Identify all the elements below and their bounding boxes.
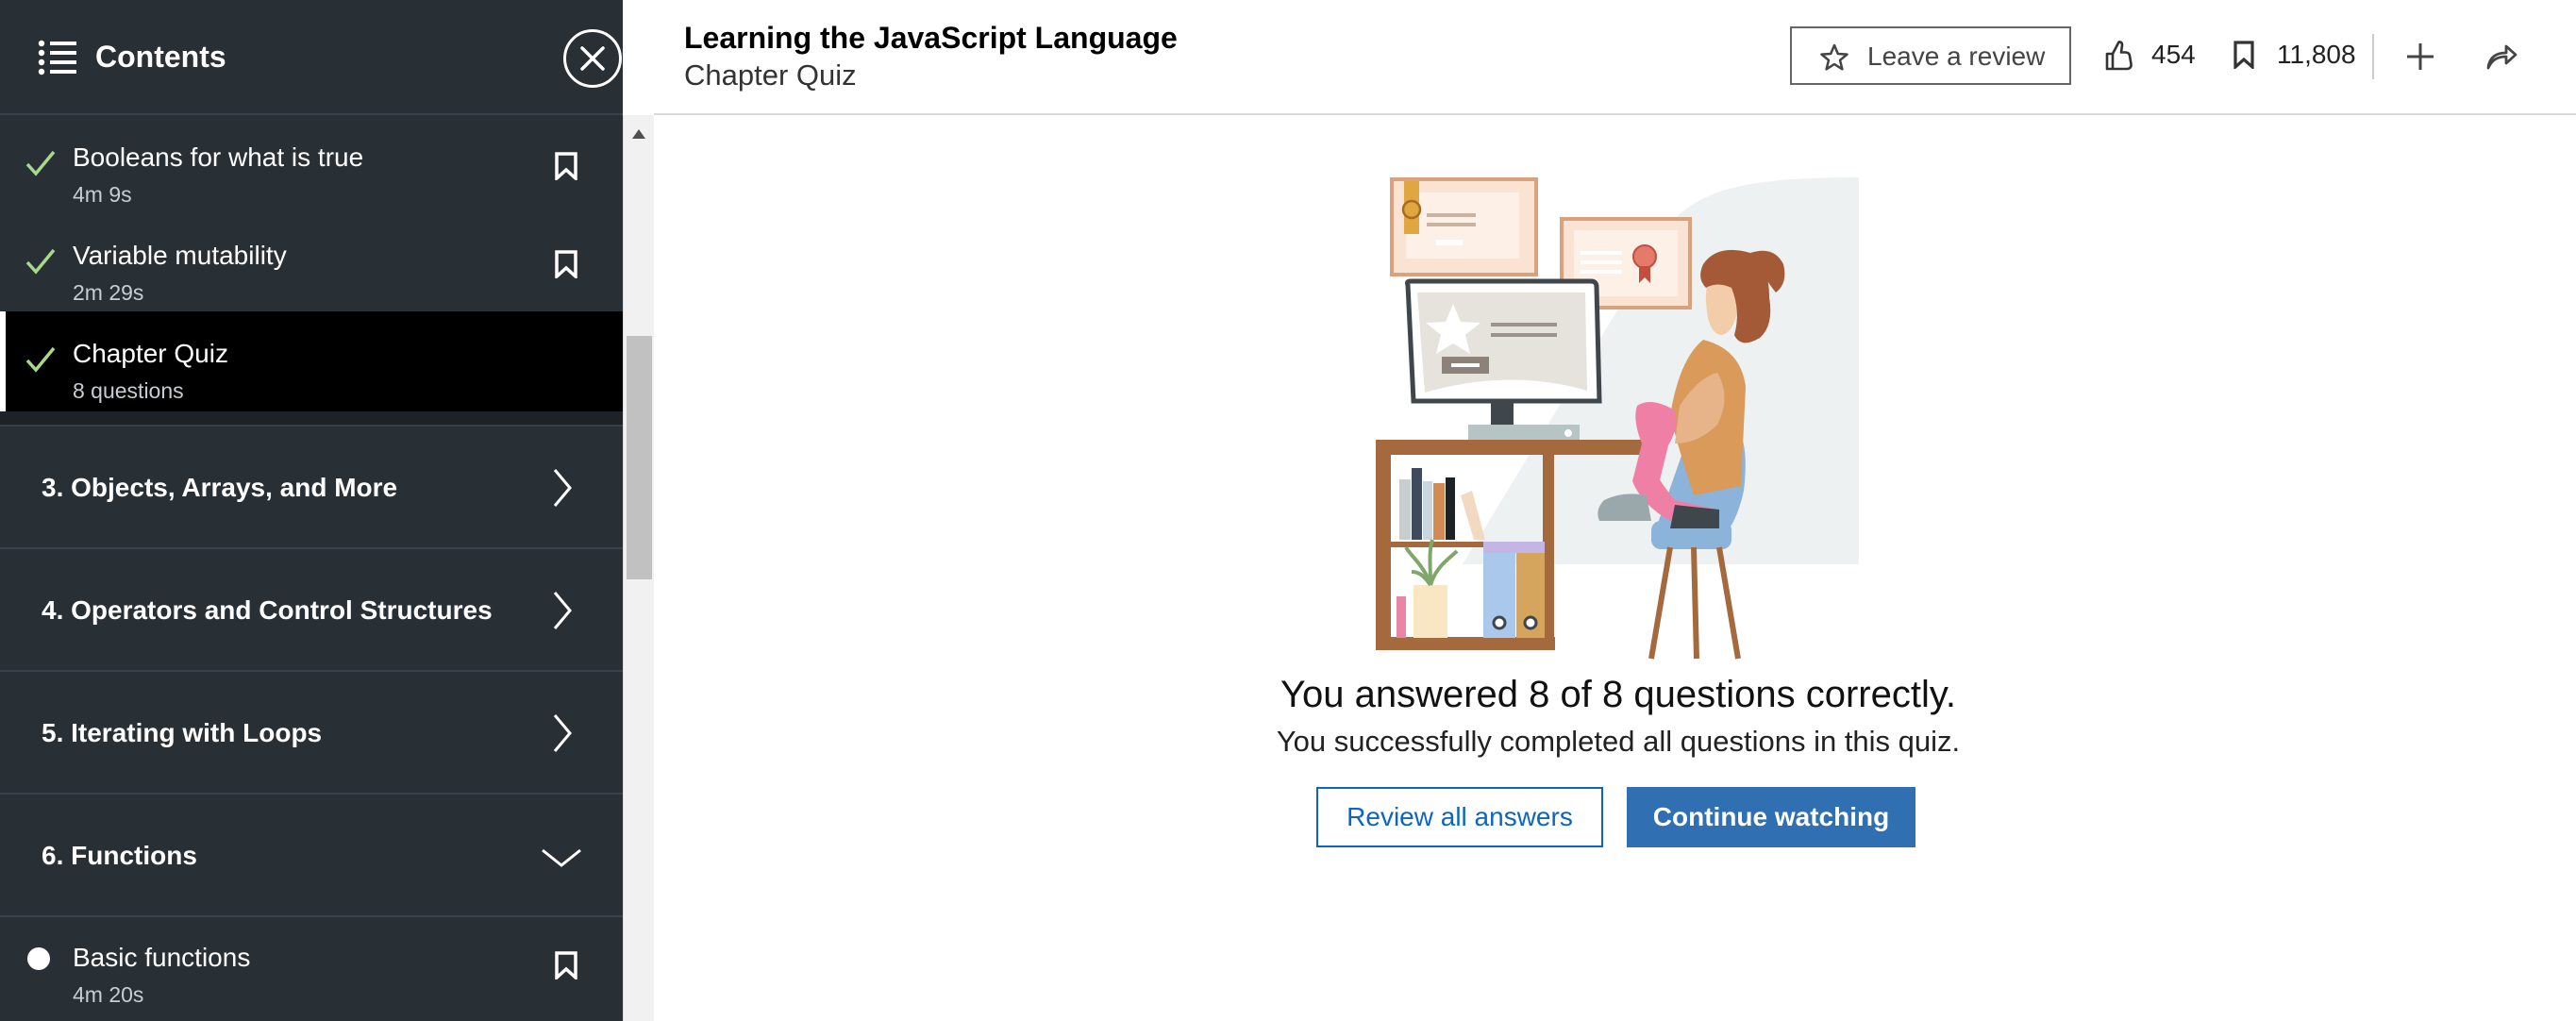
sidebar-scrollbar[interactable]	[623, 115, 654, 1021]
video-title: Chapter Quiz	[73, 339, 228, 368]
chevron-right-icon	[553, 469, 572, 507]
close-icon	[580, 46, 605, 71]
bookmark-icon[interactable]	[554, 152, 578, 180]
section-title: 5. Iterating with Loops	[42, 718, 323, 747]
course-title[interactable]: Learning the JavaScript Language	[684, 19, 1178, 57]
video-duration: 4m 9s	[73, 182, 132, 207]
video-item[interactable]: Booleans for what is true 4m 9s	[0, 115, 623, 213]
unwatched-dot-icon	[27, 947, 50, 970]
section-item[interactable]: 4. Operators and Control Structures	[0, 547, 623, 670]
list-icon	[38, 40, 76, 75]
chevron-right-icon	[553, 714, 572, 752]
completed-check-icon	[25, 248, 56, 275]
video-item-active[interactable]: Chapter Quiz 8 questions	[0, 311, 623, 411]
like-count: 454	[2151, 40, 2196, 69]
quiz-result-message: You successfully completed all questions…	[1276, 725, 1961, 758]
chevron-down-icon	[542, 848, 581, 867]
video-duration: 2m 29s	[73, 280, 144, 305]
header-divider	[2372, 34, 2374, 79]
bookmark-icon[interactable]	[2233, 41, 2255, 69]
section-title: 6. Functions	[42, 841, 197, 870]
star-icon	[1820, 43, 1848, 71]
sidebar-header: Contents	[0, 0, 623, 115]
review-all-answers-button[interactable]: Review all answers	[1316, 787, 1603, 847]
completed-check-icon	[25, 150, 56, 176]
course-header: Learning the JavaScript Language Chapter…	[654, 0, 2576, 115]
contents-list: Booleans for what is true 4m 9s Variable…	[0, 115, 623, 1021]
quiz-question-count: 8 questions	[73, 378, 184, 403]
continue-watching-button[interactable]: Continue watching	[1627, 787, 1915, 847]
video-title: Booleans for what is true	[73, 142, 364, 172]
video-item[interactable]: Variable mutability 2m 29s	[0, 213, 623, 311]
add-to-collection-icon[interactable]	[2405, 42, 2435, 72]
sidebar-title: Contents	[95, 40, 226, 74]
share-icon[interactable]	[2485, 43, 2517, 70]
section-item-expanded[interactable]: 6. Functions	[0, 793, 623, 915]
leave-review-label: Leave a review	[1867, 42, 2046, 71]
quiz-complete-illustration	[1376, 177, 1859, 660]
scroll-up-arrow-icon[interactable]	[631, 128, 646, 140]
video-title: Basic functions	[73, 943, 251, 972]
like-icon[interactable]	[2104, 40, 2134, 72]
scrollbar-thumb[interactable]	[627, 336, 652, 579]
bookmark-icon[interactable]	[554, 951, 578, 979]
bookmark-icon[interactable]	[554, 250, 578, 278]
video-duration: 4m 20s	[73, 982, 144, 1007]
video-title: Variable mutability	[73, 241, 287, 270]
video-item[interactable]: Basic functions 4m 20s	[0, 915, 623, 1021]
completed-check-icon	[25, 346, 56, 373]
leave-review-button[interactable]: Leave a review	[1790, 26, 2071, 85]
close-sidebar-button[interactable]	[563, 29, 622, 88]
current-item-title: Chapter Quiz	[684, 59, 857, 92]
chevron-right-icon	[553, 592, 572, 629]
contents-sidebar: Contents Booleans for what is true 4m 9s…	[0, 0, 623, 1021]
section-title: 4. Operators and Control Structures	[42, 595, 493, 625]
section-title: 3. Objects, Arrays, and More	[42, 473, 398, 502]
quiz-result-heading: You answered 8 of 8 questions correctly.	[1280, 674, 1956, 715]
section-item[interactable]: 5. Iterating with Loops	[0, 670, 623, 793]
save-count: 11,808	[2277, 40, 2356, 69]
section-item[interactable]: 3. Objects, Arrays, and More	[0, 425, 623, 547]
